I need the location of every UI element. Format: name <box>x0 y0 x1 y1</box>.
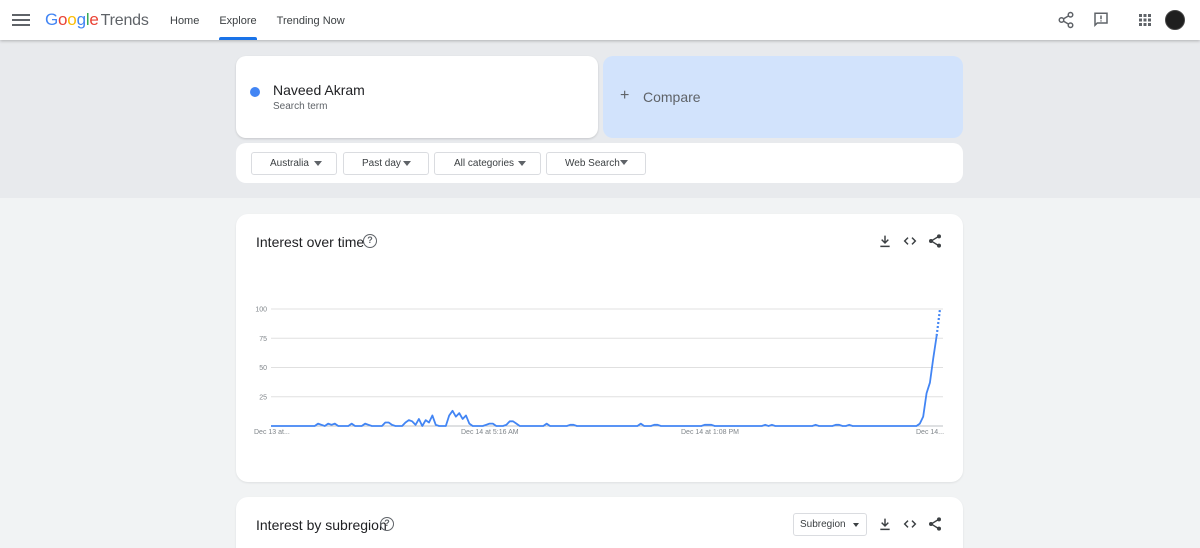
interest-over-time-card: Interest over time ? 100 75 50 25 Dec 13 at… <box>236 214 963 482</box>
interest-over-time-chart: 100 75 50 25 Dec 13 at... Dec 14 at 5:16 AM D… <box>254 307 944 437</box>
term-color-dot <box>250 87 260 97</box>
help-icon[interactable]: ? <box>380 517 394 531</box>
chevron-down-icon <box>620 160 628 165</box>
series-line <box>271 335 938 427</box>
chevron-down-icon <box>314 161 322 166</box>
search-type-filter-label: Web Search <box>565 158 620 169</box>
compare-button[interactable]: + Compare <box>603 56 963 138</box>
category-filter-label: All categories <box>454 158 515 169</box>
top-app-bar: Google Trends Home Explore Trending Now <box>0 0 1200 40</box>
x-tick-label: Dec 14 at 5:16 AM <box>461 429 519 436</box>
subregion-select[interactable]: Subregion <box>793 513 867 536</box>
nav-trending-now[interactable]: Trending Now <box>277 0 345 40</box>
google-trends-logo[interactable]: Google Trends <box>45 10 149 30</box>
search-term-card[interactable]: Naveed Akram Search term <box>236 56 598 138</box>
compare-label: Compare <box>643 89 701 105</box>
time-filter-label: Past day <box>362 158 401 169</box>
menu-icon[interactable] <box>12 11 30 29</box>
time-filter[interactable]: Past day <box>343 152 429 175</box>
share-icon[interactable] <box>927 516 943 532</box>
region-filter[interactable]: Australia <box>251 152 337 175</box>
series-partial-line <box>935 308 942 337</box>
avatar[interactable] <box>1165 10 1185 30</box>
y-tick-label: 50 <box>259 365 267 372</box>
download-icon[interactable] <box>877 516 893 532</box>
chevron-down-icon <box>853 523 859 527</box>
x-tick-label: Dec 14 at 1:08 PM <box>681 429 739 436</box>
y-tick-label: 25 <box>259 394 267 401</box>
nav-explore[interactable]: Explore <box>219 0 257 40</box>
main-nav: Home Explore Trending Now <box>170 0 365 40</box>
share-icon[interactable] <box>1057 11 1075 29</box>
filters-bar: Australia Past day All categories Web Se… <box>236 143 963 183</box>
search-term-type: Search term <box>273 101 328 112</box>
search-term-name[interactable]: Naveed Akram <box>273 82 365 98</box>
chevron-down-icon <box>518 161 526 166</box>
chevron-down-icon <box>403 161 411 166</box>
card-actions <box>877 516 943 532</box>
x-tick-label: Dec 14... <box>916 429 944 436</box>
subregion-select-label: Subregion <box>800 519 846 530</box>
apps-icon[interactable] <box>1136 11 1154 29</box>
interest-by-subregion-card: Interest by subregion ? Subregion <box>236 497 963 548</box>
search-type-filter[interactable]: Web Search <box>546 152 646 175</box>
embed-icon[interactable] <box>902 516 918 532</box>
feedback-icon[interactable] <box>1092 11 1110 29</box>
y-tick-label: 100 <box>255 307 267 314</box>
nav-home[interactable]: Home <box>170 0 199 40</box>
category-filter[interactable]: All categories <box>434 152 541 175</box>
y-tick-label: 75 <box>259 336 267 343</box>
region-filter-label: Australia <box>270 158 309 169</box>
search-area: Naveed Akram Search term + Compare Austr… <box>0 40 1200 198</box>
x-tick-label: Dec 13 at... <box>254 429 290 436</box>
add-icon: + <box>620 87 630 104</box>
interest-by-subregion-title: Interest by subregion <box>256 517 387 533</box>
